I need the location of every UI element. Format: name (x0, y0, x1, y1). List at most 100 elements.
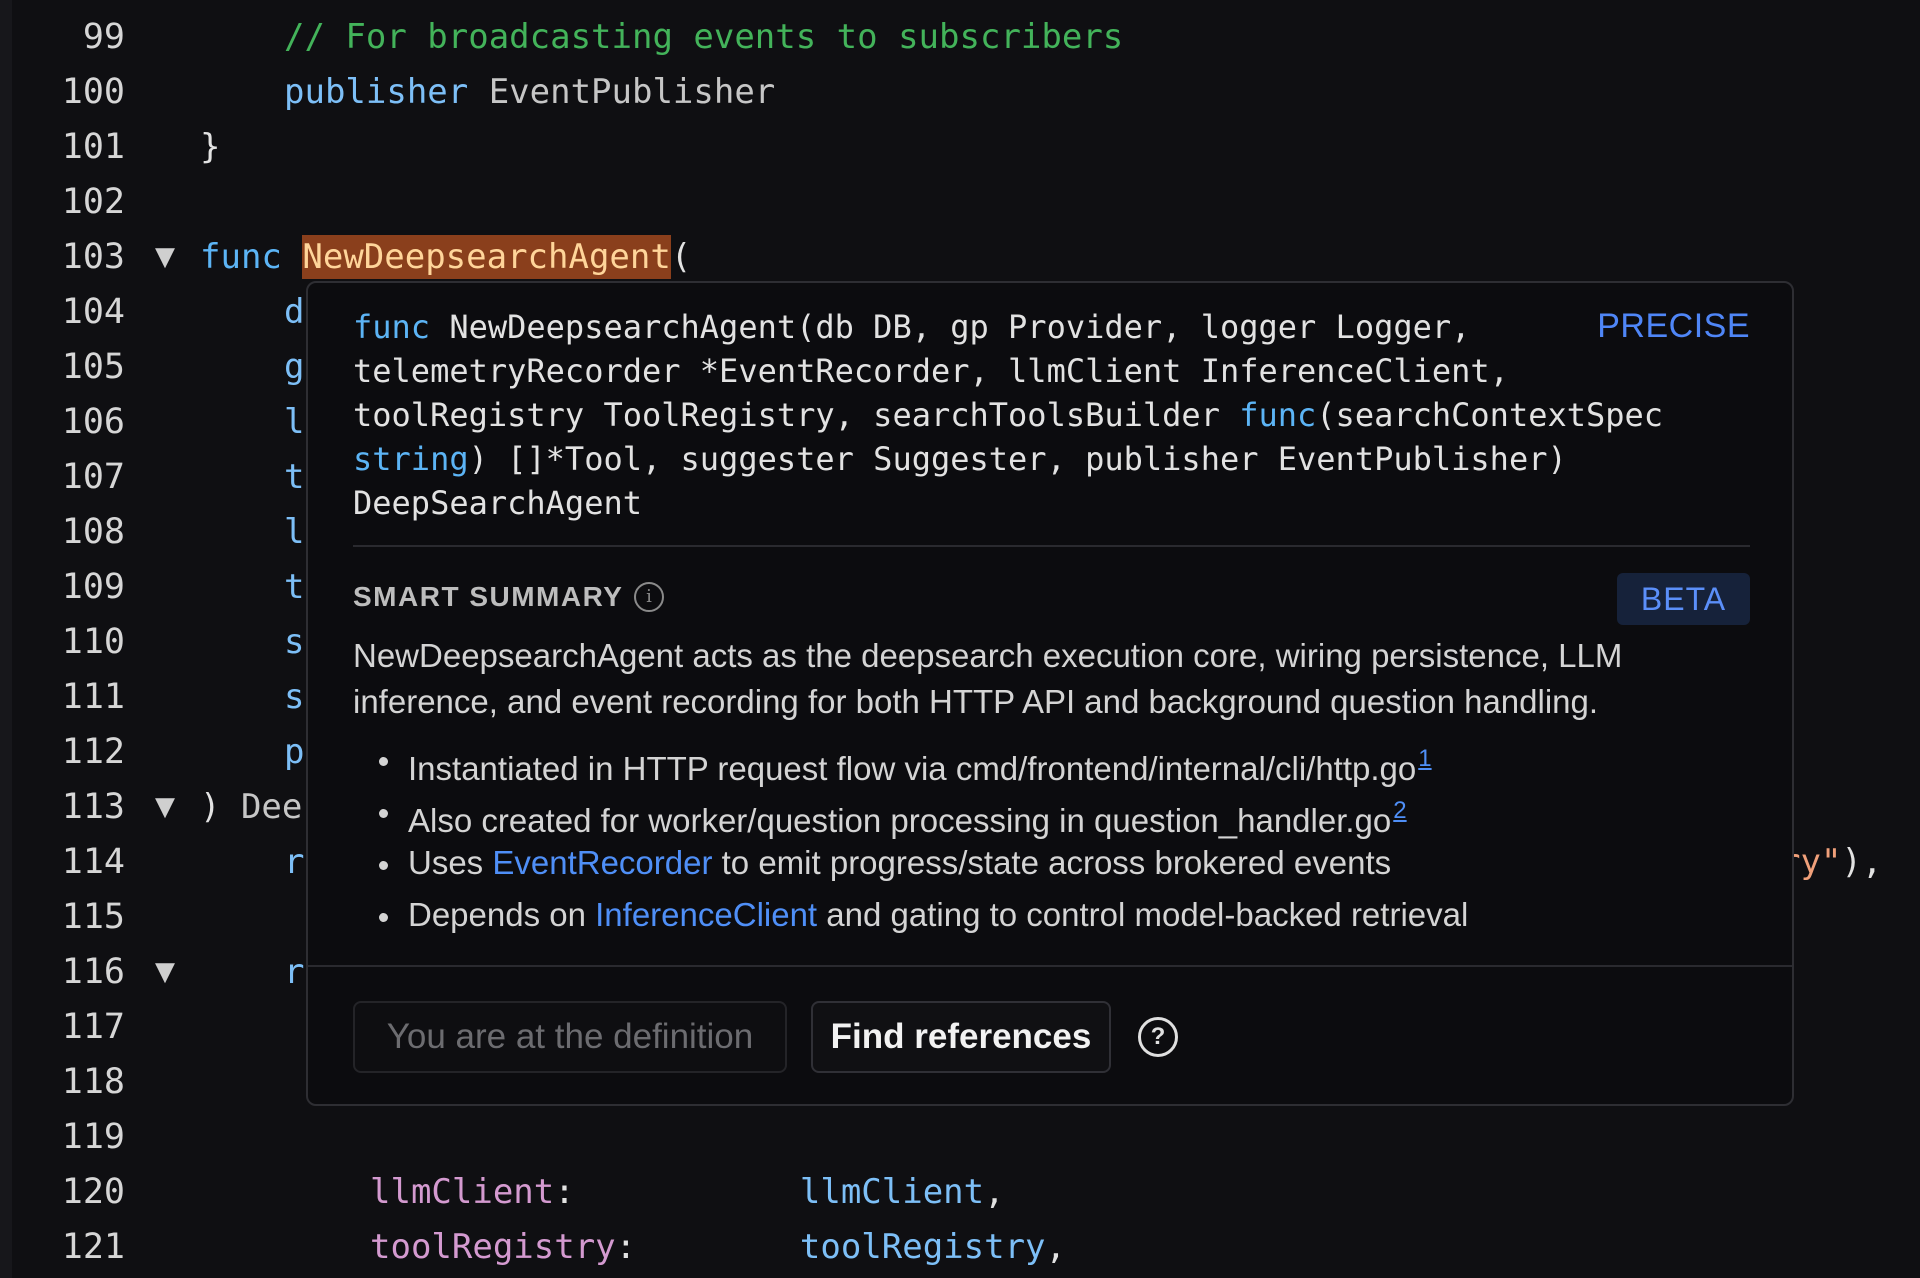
bullet-text: Depends on (408, 896, 596, 933)
code-text[interactable]: publisher EventPublisher (284, 65, 775, 120)
code-token: ), (1841, 842, 1883, 882)
code-text[interactable]: s (284, 615, 304, 670)
code-text[interactable]: l (284, 395, 304, 450)
beta-badge: BETA (1617, 573, 1750, 625)
code-token: d (284, 292, 305, 332)
code-text[interactable]: p (284, 725, 304, 780)
line-number: 110 (61, 622, 125, 662)
footer-divider (308, 965, 1792, 967)
symbol-link[interactable]: EventRecorder (492, 844, 712, 881)
summary-bullets: Instantiated in HTTP request flow via cm… (353, 733, 1753, 941)
precise-badge: PRECISE (1597, 307, 1750, 345)
code-text[interactable]: g (284, 340, 304, 395)
code-text[interactable]: func NewDeepsearchAgent( (200, 230, 691, 285)
signature-line: toolRegistry ToolRegistry, searchToolsBu… (353, 393, 1663, 437)
line-number: 118 (61, 1062, 125, 1102)
code-text[interactable]: } (200, 120, 220, 175)
smart-summary-title: SMART SUMMARY (353, 581, 624, 612)
code-text[interactable]: t (284, 450, 304, 505)
keyword-token: func (353, 308, 431, 346)
code-token: r (284, 842, 305, 882)
line-number: 104 (61, 292, 125, 332)
at-definition-button[interactable]: You are at the definition (353, 1001, 787, 1073)
fold-toggle-icon[interactable]: ▼ (155, 945, 175, 1000)
line-number: 108 (61, 512, 125, 552)
bullet-text: and gating to control model-backed retri… (817, 896, 1469, 933)
code-token: toolRegistry (370, 1227, 616, 1267)
code-token: publisher (284, 72, 469, 112)
signature-line: func NewDeepsearchAgent(db DB, gp Provid… (353, 305, 1593, 349)
signature-token: telemetryRecorder *EventRecorder, llmCli… (353, 352, 1509, 390)
find-references-button[interactable]: Find references (811, 1001, 1111, 1073)
bullet-text: Instantiated in HTTP request flow via cm… (408, 750, 1417, 787)
summary-bullet: Also created for worker/question process… (353, 785, 1753, 839)
line-number: 111 (61, 677, 125, 717)
keyword-token: func (1239, 396, 1317, 434)
function-signature: func NewDeepsearchAgent(db DB, gp Provid… (353, 305, 1663, 525)
keyword-token: string (353, 440, 469, 478)
code-token: , (1045, 1227, 1066, 1267)
code-token: g (284, 347, 305, 387)
code-token: , (984, 1172, 1005, 1212)
line-number: 102 (61, 182, 125, 222)
line-number: 116 (61, 952, 125, 992)
code-text[interactable]: t (284, 560, 304, 615)
line-number: 113 (61, 787, 125, 827)
code-text[interactable]: r (284, 835, 304, 890)
code-text[interactable]: d (284, 285, 304, 340)
code-text[interactable]: // For broadcasting events to subscriber… (284, 10, 1123, 65)
code-token: } (200, 127, 221, 167)
signature-line: telemetryRecorder *EventRecorder, llmCli… (353, 349, 1593, 393)
line-number: 100 (61, 72, 125, 112)
line-number: 106 (61, 402, 125, 442)
fold-toggle-icon[interactable]: ▼ (155, 780, 175, 835)
line-number: 107 (61, 457, 125, 497)
code-token: t (284, 457, 305, 497)
code-token: func (200, 237, 282, 277)
code-text[interactable]: s (284, 670, 304, 725)
code-text[interactable]: r (284, 945, 304, 1000)
footnote-link[interactable]: 1 (1418, 745, 1431, 772)
code-text[interactable]: llmClient: llmClient, (370, 1165, 1005, 1220)
info-icon[interactable]: i (634, 582, 664, 612)
highlighted-symbol[interactable]: NewDeepsearchAgent (302, 235, 671, 279)
code-token: l (284, 512, 305, 552)
code-token: s (284, 622, 305, 662)
code-text-tail: ry"), (1780, 835, 1882, 890)
line-number: 103 (61, 237, 125, 277)
line-number: 99 (82, 17, 125, 57)
symbol-link[interactable]: InferenceClient (595, 896, 817, 933)
line-number: 121 (61, 1227, 125, 1267)
code-token: : (554, 1172, 800, 1212)
line-number: 109 (61, 567, 125, 607)
line-number: 112 (61, 732, 125, 772)
line-number: 119 (61, 1117, 125, 1157)
hover-popup: func NewDeepsearchAgent(db DB, gp Provid… (306, 281, 1794, 1106)
signature-token: ) []*Tool, suggester Suggester, publishe… (468, 440, 1567, 478)
code-token: // For broadcasting events to subscriber… (284, 17, 1124, 57)
bullet-text: Uses (408, 844, 493, 881)
code-line: 99 // For broadcasting events to subscrib… (0, 10, 1920, 65)
code-line: 102 (0, 175, 1920, 230)
popup-divider (353, 545, 1750, 547)
signature-line: string) []*Tool, suggester Suggester, pu… (353, 437, 1593, 481)
code-text[interactable]: l (284, 505, 304, 560)
summary-bullet: Uses EventRecorder to emit progress/stat… (353, 837, 1753, 889)
code-text[interactable]: ) Dee (200, 780, 302, 835)
code-text[interactable]: toolRegistry: toolRegistry, (370, 1220, 1066, 1275)
footnote-link[interactable]: 2 (1393, 797, 1406, 824)
signature-token: (searchContextSpec (1316, 396, 1664, 434)
code-token: EventPublisher (468, 72, 776, 112)
summary-bullet: Instantiated in HTTP request flow via cm… (353, 733, 1753, 787)
code-editor: 99 // For broadcasting events to subscrib… (0, 0, 1920, 1278)
fold-toggle-icon[interactable]: ▼ (155, 230, 175, 285)
code-token: l (284, 402, 305, 442)
code-line: 100 publisher EventPublisher (0, 65, 1920, 120)
code-line: 121 toolRegistry: toolRegistry, (0, 1220, 1920, 1275)
line-number: 115 (61, 897, 125, 937)
help-icon[interactable]: ? (1138, 1017, 1178, 1057)
line-number: 120 (61, 1172, 125, 1212)
code-token: r (284, 952, 305, 992)
code-token: llmClient (799, 1172, 985, 1212)
